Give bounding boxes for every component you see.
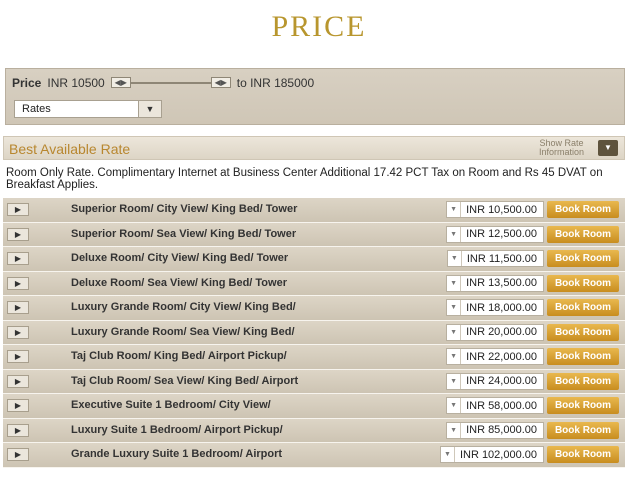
chevron-down-icon[interactable]: ▼	[447, 300, 462, 315]
book-room-button[interactable]: Book Room	[547, 421, 619, 439]
price-range-row: Price INR 10500 ◀▶ ◀▶ to INR 185000	[12, 76, 320, 90]
chevron-down-icon[interactable]: ▼	[447, 324, 462, 340]
room-price: INR 12,500.00	[466, 228, 537, 240]
price-dropdown[interactable]: ▼ INR 11,500.00	[446, 250, 544, 267]
expand-play-icon[interactable]: ▶	[7, 423, 29, 437]
price-dropdown[interactable]: ▼ INR 18,000.00	[446, 299, 544, 316]
room-price: INR 85,000.00	[466, 424, 537, 436]
price-dropdown[interactable]: ▼ INR 85,000.00	[446, 421, 544, 439]
book-room-button[interactable]: Book Room	[547, 299, 619, 316]
rates-dropdown-value: Rates	[22, 103, 51, 115]
min-price-handle[interactable]: ◀▶	[110, 77, 131, 88]
room-row: ▶ Taj Club Room/ King Bed/ Airport Pickup…	[3, 345, 625, 370]
price-dropdown[interactable]: ▼ INR 58,000.00	[446, 397, 544, 414]
chevron-down-icon[interactable]: ▼	[447, 275, 462, 291]
expand-play-icon[interactable]: ▶	[7, 448, 29, 461]
price-filter-panel: Price INR 10500 ◀▶ ◀▶ to INR 185000 Rate…	[5, 68, 625, 125]
price-dropdown[interactable]: ▼ INR 13,500.00	[446, 274, 544, 292]
room-name: Luxury Grande Room/ Sea View/ King Bed/	[71, 325, 295, 338]
book-room-button[interactable]: Book Room	[547, 274, 619, 292]
book-room-button[interactable]: Book Room	[547, 201, 619, 218]
chevron-down-icon[interactable]: ▼	[447, 398, 462, 413]
book-room-button[interactable]: Book Room	[547, 323, 619, 341]
room-row: ▶ Deluxe Room/ City View/ King Bed/ Tower…	[3, 247, 625, 272]
chevron-down-icon[interactable]: ▼	[447, 202, 462, 217]
room-price: INR 24,000.00	[466, 375, 537, 387]
chevron-down-icon[interactable]: ▼	[447, 349, 462, 364]
rates-dropdown[interactable]: Rates ▼	[14, 100, 162, 118]
show-rate-information-link[interactable]: Show Rate Information	[539, 139, 584, 157]
book-room-button[interactable]: Book Room	[547, 372, 619, 390]
room-name: Grande Luxury Suite 1 Bedroom/ Airport	[71, 448, 283, 460]
expand-play-icon[interactable]: ▶	[7, 252, 29, 265]
expand-play-icon[interactable]: ▶	[7, 350, 29, 363]
room-name: Deluxe Room/ City View/ King Bed/ Tower	[71, 252, 289, 264]
chevron-down-icon[interactable]: ▼	[598, 140, 618, 156]
best-available-rate-bar: Best Available Rate Show Rate Informatio…	[3, 136, 625, 160]
room-name: Taj Club Room/ King Bed/ Airport Pickup/	[71, 350, 287, 362]
room-price: INR 11,500.00	[466, 252, 537, 265]
room-row: ▶ Executive Suite 1 Bedroom/ City View/ ▼ I…	[3, 394, 625, 419]
room-price: INR 18,000.00	[466, 301, 537, 314]
rate-heading: Best Available Rate	[9, 141, 131, 157]
room-row: ▶ Superior Room/ Sea View/ King Bed/ Towe…	[3, 222, 625, 247]
room-row: ▶ Taj Club Room/ Sea View/ King Bed/ Airp…	[3, 369, 625, 394]
book-room-button[interactable]: Book Room	[547, 446, 619, 463]
room-price: INR 22,000.00	[466, 350, 537, 363]
room-row: ▶ Luxury Grande Room/ Sea View/ King Bed/…	[3, 320, 625, 345]
price-label: Price	[12, 76, 42, 90]
book-room-button[interactable]: Book Room	[547, 397, 619, 414]
room-price: INR 58,000.00	[466, 399, 537, 412]
price-dropdown[interactable]: ▼ INR 102,000.00	[439, 446, 544, 463]
price-range-slider[interactable]: ◀▶ ◀▶	[110, 77, 231, 89]
price-dropdown[interactable]: ▼ INR 12,500.00	[446, 225, 544, 243]
room-row: ▶ Grande Luxury Suite 1 Bedroom/ Airport ▼…	[3, 443, 625, 468]
expand-play-icon[interactable]: ▶	[7, 301, 29, 314]
room-price: INR 10,500.00	[466, 203, 537, 216]
room-price: INR 20,000.00	[466, 326, 537, 338]
room-name: Superior Room/ City View/ King Bed/ Towe…	[71, 203, 298, 215]
book-room-button[interactable]: Book Room	[547, 348, 619, 365]
price-dropdown[interactable]: ▼ INR 22,000.00	[446, 348, 544, 365]
price-dropdown[interactable]: ▼ INR 24,000.00	[446, 372, 544, 390]
room-name: Superior Room/ Sea View/ King Bed/ Tower	[71, 227, 297, 240]
max-price-value: to INR 185000	[236, 76, 315, 90]
room-name: Luxury Grande Room/ City View/ King Bed/	[71, 301, 296, 313]
chevron-down-icon[interactable]: ▼	[447, 226, 462, 242]
expand-play-icon[interactable]: ▶	[7, 203, 29, 216]
room-price: INR 13,500.00	[466, 277, 537, 289]
expand-play-icon[interactable]: ▶	[7, 227, 29, 241]
rate-description: Room Only Rate. Complimentary Internet a…	[6, 167, 603, 191]
min-price-value: INR 10500	[47, 76, 105, 90]
room-row: ▶ Luxury Suite 1 Bedroom/ Airport Pickup/…	[3, 418, 625, 443]
room-price: INR 102,000.00	[459, 448, 537, 461]
book-room-button[interactable]: Book Room	[547, 250, 619, 267]
chevron-down-icon[interactable]: ▼	[447, 422, 462, 438]
page-title: PRICE	[271, 10, 367, 43]
chevron-down-icon[interactable]: ▼	[138, 101, 161, 117]
expand-play-icon[interactable]: ▶	[7, 325, 29, 339]
expand-play-icon[interactable]: ▶	[7, 276, 29, 290]
room-list: ▶ Superior Room/ City View/ King Bed/ Tow…	[3, 198, 625, 468]
room-row: ▶ Superior Room/ City View/ King Bed/ Tow…	[3, 198, 625, 223]
expand-play-icon[interactable]: ▶	[7, 374, 29, 388]
room-name: Deluxe Room/ Sea View/ King Bed/ Tower	[71, 276, 287, 289]
show-info-line2: Information	[539, 147, 585, 157]
room-row: ▶ Luxury Grande Room/ City View/ King Bed…	[3, 296, 625, 321]
chevron-down-icon[interactable]: ▼	[447, 373, 462, 389]
room-name: Luxury Suite 1 Bedroom/ Airport Pickup/	[71, 423, 283, 436]
expand-play-icon[interactable]: ▶	[7, 399, 29, 412]
room-name: Taj Club Room/ Sea View/ King Bed/ Airpo…	[71, 374, 299, 387]
price-dropdown[interactable]: ▼ INR 10,500.00	[446, 201, 544, 218]
price-dropdown[interactable]: ▼ INR 20,000.00	[446, 323, 544, 341]
chevron-down-icon[interactable]: ▼	[448, 251, 462, 266]
book-room-button[interactable]: Book Room	[547, 225, 619, 243]
chevron-down-icon[interactable]: ▼	[441, 447, 455, 462]
room-row: ▶ Deluxe Room/ Sea View/ King Bed/ Tower ▼…	[3, 271, 625, 296]
max-price-handle[interactable]: ◀▶	[210, 77, 231, 88]
room-name: Executive Suite 1 Bedroom/ City View/	[71, 399, 271, 411]
